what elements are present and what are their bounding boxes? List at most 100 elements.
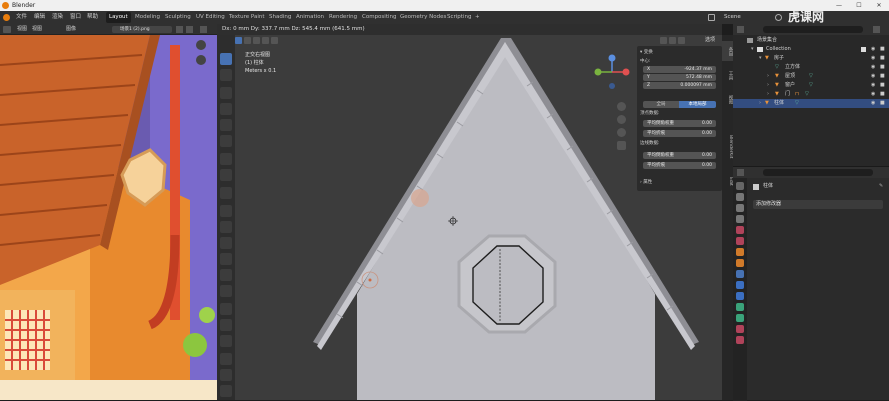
data-props-icon[interactable]	[736, 314, 744, 322]
editor-type-icon[interactable]	[3, 26, 11, 33]
editor-type-icon[interactable]	[737, 169, 744, 176]
shrink-fatten-tool-icon[interactable]	[220, 353, 232, 365]
camera-icon[interactable]: ■	[880, 81, 885, 90]
bevel-tool-icon[interactable]	[220, 237, 232, 249]
vertex-crease-field[interactable]: 平均折痕 0.00	[643, 130, 716, 137]
camera-icon[interactable]	[617, 128, 626, 137]
camera-icon[interactable]: ■	[880, 54, 885, 63]
add-cube-tool-icon[interactable]	[220, 187, 232, 199]
material-props-icon[interactable]	[736, 325, 744, 333]
menu-image[interactable]: 图像	[66, 24, 76, 35]
smooth-tool-icon[interactable]	[220, 319, 232, 331]
render-props-icon[interactable]	[736, 193, 744, 201]
camera-icon[interactable]: ■	[880, 72, 885, 81]
close-image-icon[interactable]	[186, 26, 193, 33]
camera-icon[interactable]: ■	[880, 99, 885, 108]
loop-cut-tool-icon[interactable]	[220, 253, 232, 265]
expand-icon[interactable]: ›	[767, 90, 769, 99]
image-icon[interactable]	[176, 26, 183, 33]
annotate-tool-icon[interactable]	[220, 153, 232, 165]
camera-icon[interactable]: ■	[880, 45, 885, 54]
tool-props-icon[interactable]	[736, 182, 744, 190]
minimize-button[interactable]: —	[829, 0, 849, 11]
blender-menu-icon[interactable]	[3, 14, 10, 21]
menu-window[interactable]: 窗口	[70, 11, 81, 24]
pan-hand-icon[interactable]	[196, 55, 206, 65]
tab-tool[interactable]: 工具	[722, 65, 733, 85]
edge-crease-field[interactable]: 平均折痕 0.00	[643, 162, 716, 169]
expand-icon[interactable]: ›	[767, 81, 769, 90]
tab-item[interactable]: 条目	[722, 41, 733, 61]
outliner-row-roof[interactable]: › ▼ 屋顶 ▽ ◉ ■	[733, 72, 889, 81]
edge-slide-tool-icon[interactable]	[220, 335, 232, 347]
tab-texture-paint[interactable]: Texture Paint	[226, 12, 268, 23]
expand-icon[interactable]: ›	[767, 72, 769, 81]
move-tool-icon[interactable]	[220, 87, 232, 99]
scene-icon[interactable]	[708, 14, 715, 21]
global-toggle[interactable]: 全局	[643, 101, 679, 108]
rotate-tool-icon[interactable]	[220, 103, 232, 115]
tab-rendering[interactable]: Rendering	[326, 12, 360, 23]
grid-perspective-icon[interactable]	[617, 141, 626, 150]
camera-icon[interactable]: ■	[880, 90, 885, 99]
expand-icon[interactable]: ▾	[759, 54, 762, 63]
tab-shading[interactable]: Shading	[266, 12, 294, 23]
pan-hand-icon[interactable]	[617, 115, 626, 124]
outliner-row-cylinder[interactable]: › ▼ 柱体 ▽ ◉ ■	[733, 99, 889, 108]
properties-search-input[interactable]	[763, 169, 873, 176]
cursor-tool-icon[interactable]	[220, 69, 232, 81]
zoom-icon[interactable]	[196, 40, 206, 50]
display-channels-icon[interactable]	[200, 26, 207, 33]
eye-icon[interactable]: ◉	[871, 45, 875, 54]
eye-icon[interactable]: ◉	[871, 90, 875, 99]
expand-icon[interactable]: ▾	[751, 45, 754, 54]
poly-build-tool-icon[interactable]	[220, 285, 232, 297]
constraints-props-icon[interactable]	[736, 303, 744, 311]
scale-tool-icon[interactable]	[220, 119, 232, 131]
tab-sculpting[interactable]: Sculpting	[162, 12, 194, 23]
tab-compositing[interactable]: Compositing	[359, 12, 399, 23]
output-props-icon[interactable]	[736, 204, 744, 212]
zoom-icon[interactable]	[617, 102, 626, 111]
menu-edit[interactable]: 编辑	[34, 11, 45, 24]
add-modifier-button[interactable]: 添加修改器	[753, 200, 883, 209]
image-name-field[interactable]: 场景1 (2).png	[112, 26, 172, 33]
outliner-row-house[interactable]: ▾ ▼ 房子 ◉ ■	[733, 54, 889, 63]
menu-render[interactable]: 渲染	[52, 11, 63, 24]
scene-props-icon[interactable]	[736, 226, 744, 234]
transform-tool-icon[interactable]	[220, 135, 232, 147]
world-props-icon[interactable]	[736, 237, 744, 245]
outliner-row-scene-collection[interactable]: 场景集合	[733, 36, 889, 45]
view-layer-icon[interactable]	[775, 14, 782, 21]
shear-tool-icon[interactable]	[220, 369, 232, 381]
y-field[interactable]: Y 572.48 mm	[643, 74, 716, 81]
menu-help[interactable]: 帮助	[87, 11, 98, 24]
vertex-bevel-weight-field[interactable]: 平均倒角权重 0.00	[643, 120, 716, 127]
eye-icon[interactable]: ◉	[871, 72, 875, 81]
outliner-row-cube[interactable]: ▽ 立方体 ◉ ■	[733, 63, 889, 72]
select-box-tool-icon[interactable]	[220, 53, 232, 65]
properties-header[interactable]: › 属性	[640, 179, 719, 186]
rip-region-tool-icon[interactable]	[220, 385, 232, 397]
eye-icon[interactable]: ◉	[871, 54, 875, 63]
tab-edit[interactable]: Edit	[722, 173, 733, 189]
eye-icon[interactable]: ◉	[871, 99, 875, 108]
eye-icon[interactable]: ◉	[871, 63, 875, 72]
close-button[interactable]: ✕	[869, 0, 889, 11]
menu-view-1[interactable]: 视图	[17, 24, 27, 35]
pin-icon[interactable]: ✎	[879, 183, 883, 189]
outliner-row-door[interactable]: › ▼ 门 ⊓ ▽ ◉ ■	[733, 90, 889, 99]
tab-uv-editing[interactable]: UV Editing	[193, 12, 228, 23]
filter-icon[interactable]	[873, 26, 880, 33]
x-field[interactable]: X -924.37 mm	[643, 66, 716, 73]
z-field[interactable]: Z 0.000097 mm	[643, 82, 716, 89]
tab-modeling[interactable]: Modeling	[132, 12, 163, 23]
view-layer-props-icon[interactable]	[736, 215, 744, 223]
measure-tool-icon[interactable]	[220, 169, 232, 181]
object-props-icon[interactable]	[736, 259, 744, 267]
edge-bevel-weight-field[interactable]: 平均倒角权重 0.00	[643, 152, 716, 159]
modifier-props-icon[interactable]	[736, 270, 744, 278]
expand-icon[interactable]: ›	[759, 99, 761, 108]
physics-props-icon[interactable]	[736, 292, 744, 300]
navigation-gizmo[interactable]	[592, 52, 632, 92]
